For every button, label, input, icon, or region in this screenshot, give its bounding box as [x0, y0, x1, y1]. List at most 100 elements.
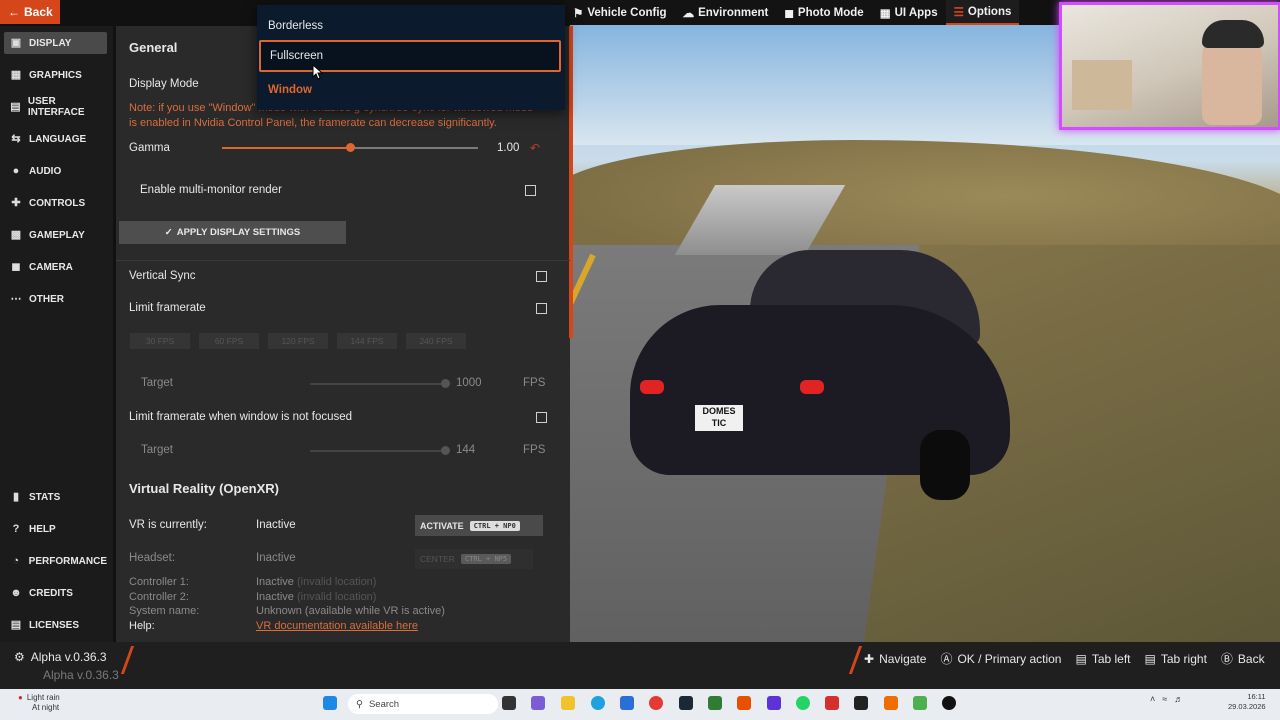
task-view-icon[interactable]	[502, 696, 516, 710]
weather-widget[interactable]: ● Light rain At night	[18, 693, 60, 713]
sidebar-item-audio[interactable]: ● AUDIO	[4, 160, 107, 182]
limit-unfocused-checkbox[interactable]	[536, 412, 547, 423]
help-icon: ?	[12, 523, 20, 535]
steam-icon[interactable]	[679, 696, 693, 710]
display-mode-dropdown[interactable]: Borderless Fullscreen Window	[257, 5, 565, 110]
vr-center-button[interactable]: CENTER CTRL + NP5	[415, 549, 533, 569]
target-label: Target	[141, 377, 173, 389]
multi-monitor-checkbox[interactable]	[525, 185, 536, 196]
webcam-hair	[1202, 20, 1264, 48]
fps-preset-button[interactable]: 240 FPS	[406, 333, 466, 349]
hint-tab-left[interactable]: ▤ Tab left	[1075, 650, 1130, 667]
image-icon: ▦	[10, 69, 22, 81]
chrome-icon[interactable]	[649, 696, 663, 710]
target2-slider-knob[interactable]	[441, 446, 450, 455]
gamma-slider-knob[interactable]	[346, 143, 355, 152]
check-icon: ✓	[164, 227, 173, 238]
settings-scrollbar[interactable]	[569, 26, 573, 338]
hint-ok[interactable]: Ⓐ OK / Primary action	[940, 650, 1061, 667]
sidebar-item-label: CAMERA	[29, 261, 73, 273]
menu-label: Vehicle Config	[587, 6, 667, 19]
controller1-note: (invalid location)	[296, 576, 377, 588]
sidebar-item-other[interactable]: ⋯ OTHER	[4, 288, 107, 310]
rain-icon: ●	[18, 693, 23, 702]
display-note-line2: is enabled in Nvidia Control Panel, the …	[129, 117, 497, 129]
more-icon: ⋯	[10, 293, 22, 305]
xbox-icon[interactable]	[708, 696, 722, 710]
app-dark-icon[interactable]	[854, 696, 868, 710]
menu-environment[interactable]: ☁ Environment	[674, 0, 777, 25]
app-green-icon[interactable]	[913, 696, 927, 710]
app-b-icon[interactable]	[767, 696, 781, 710]
sidebar: ▣ DISPLAY ▦ GRAPHICS ▤ USER INTERFACE ⇆ …	[0, 26, 113, 642]
sidebar-item-controls[interactable]: ✚ CONTROLS	[4, 192, 107, 214]
menu-vehicle-config[interactable]: ⚑ Vehicle Config	[565, 0, 675, 25]
sidebar-item-stats[interactable]: ▮ STATS	[4, 486, 107, 508]
hint-tab-right[interactable]: ▤ Tab right	[1145, 650, 1207, 667]
menu-photo-mode[interactable]: ◼ Photo Mode	[776, 0, 872, 25]
hint-label: Tab left	[1091, 651, 1131, 666]
file-explorer-icon[interactable]	[561, 696, 575, 710]
beamng-icon[interactable]	[737, 696, 751, 710]
vr-docs-link[interactable]: VR documentation available here	[256, 620, 418, 632]
volume-icon[interactable]: ♬	[1174, 694, 1183, 704]
sidebar-item-camera[interactable]: ◼ CAMERA	[4, 256, 107, 278]
controller2-label: Controller 2:	[129, 591, 189, 603]
sidebar-item-help[interactable]: ? HELP	[4, 518, 107, 540]
target-slider-knob[interactable]	[441, 379, 450, 388]
rb-button-icon: ▤	[1144, 651, 1156, 666]
target2-slider-track[interactable]	[310, 450, 446, 452]
sidebar-item-gameplay[interactable]: ▩ GAMEPLAY	[4, 224, 107, 246]
people-icon: ☻	[10, 587, 22, 599]
vsync-checkbox[interactable]	[536, 271, 547, 282]
store-icon[interactable]	[620, 696, 634, 710]
wifi-icon[interactable]: ≈	[1162, 694, 1167, 704]
center-label: CENTER	[420, 554, 455, 564]
vr-help-label: Help:	[129, 620, 155, 632]
limit-framerate-checkbox[interactable]	[536, 303, 547, 314]
teams-icon[interactable]	[531, 696, 545, 710]
windows-start-icon[interactable]	[323, 696, 337, 710]
clock-date: 29.03.2026	[1228, 702, 1266, 711]
app-red-icon[interactable]	[825, 696, 839, 710]
obs-icon[interactable]	[942, 696, 956, 710]
system-name-value: Unknown (available while VR is active)	[256, 605, 445, 617]
hint-navigate[interactable]: ✚ Navigate	[864, 650, 926, 667]
plate-line2: TIC	[711, 418, 727, 428]
apply-display-settings-button[interactable]: ✓ APPLY DISPLAY SETTINGS	[119, 221, 346, 244]
dpad-icon: ✚	[864, 651, 875, 666]
menu-label: UI Apps	[894, 6, 938, 19]
menu-ui-apps[interactable]: ▦ UI Apps	[871, 0, 946, 25]
reset-icon[interactable]: ↶	[530, 141, 540, 155]
dropdown-option-fullscreen[interactable]: Fullscreen	[259, 40, 561, 72]
edge-icon[interactable]	[591, 696, 605, 710]
sidebar-item-credits[interactable]: ☻ CREDITS	[4, 582, 107, 604]
system-clock[interactable]: 16:11 29.03.2026	[1228, 692, 1266, 712]
dropdown-option-borderless[interactable]: Borderless	[259, 10, 561, 42]
back-button[interactable]: ← Back	[0, 0, 60, 24]
whatsapp-icon[interactable]	[796, 696, 810, 710]
sidebar-item-licenses[interactable]: ▤ LICENSES	[4, 614, 107, 636]
fps-preset-button[interactable]: 120 FPS	[268, 333, 328, 349]
fps-preset-button[interactable]: 144 FPS	[337, 333, 397, 349]
vr-activate-button[interactable]: ACTIVATE CTRL + NP0	[415, 515, 543, 536]
back-label: Back	[24, 5, 53, 19]
chevron-up-icon[interactable]: ˄	[1150, 694, 1155, 704]
dropdown-option-window[interactable]: Window	[259, 74, 561, 106]
hint-label: Back	[1237, 651, 1265, 666]
fps-preset-button[interactable]: 30 FPS	[130, 333, 190, 349]
sidebar-item-graphics[interactable]: ▦ GRAPHICS	[4, 64, 107, 86]
menu-options[interactable]: ☰ Options	[945, 0, 1020, 25]
app-orange-icon[interactable]	[884, 696, 898, 710]
sidebar-item-user-interface[interactable]: ▤ USER INTERFACE	[4, 96, 107, 118]
headset-label: Headset:	[129, 552, 176, 564]
hint-back[interactable]: Ⓑ Back	[1221, 650, 1265, 667]
sidebar-item-display[interactable]: ▣ DISPLAY	[4, 32, 107, 54]
hint-label: Navigate	[879, 651, 927, 666]
target-slider-track[interactable]	[310, 383, 446, 385]
sidebar-item-language[interactable]: ⇆ LANGUAGE	[4, 128, 107, 150]
sidebar-item-performance[interactable]: ◔ PERFORMANCE	[4, 550, 108, 572]
weather-title: Light rain	[26, 693, 60, 702]
taskbar-search[interactable]: ⚲ Search	[348, 694, 498, 714]
fps-preset-button[interactable]: 60 FPS	[199, 333, 259, 349]
